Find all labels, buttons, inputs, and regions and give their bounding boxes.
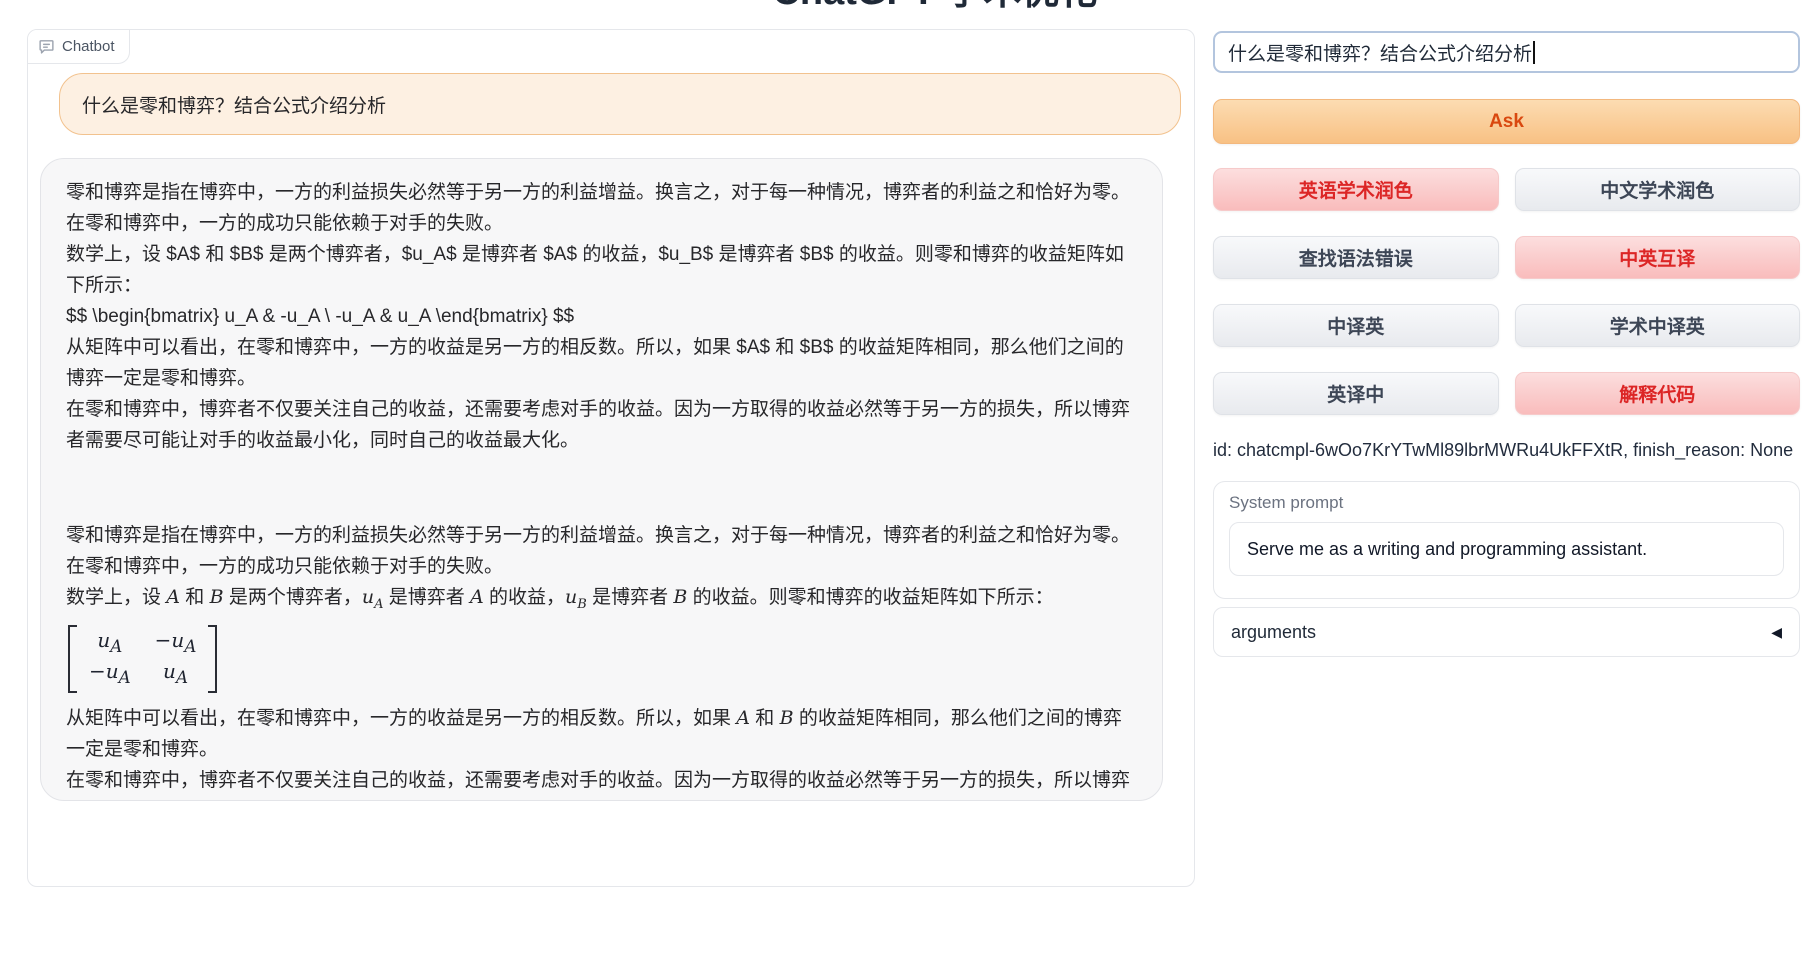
chatbot-panel: Chatbot 什么是零和博弈？结合公式介绍分析 零和博弈是指在博弈中，一方的利…: [27, 29, 1195, 887]
quick-action-find-grammar-errors[interactable]: 查找语法错误: [1213, 236, 1499, 279]
math-var: uA: [362, 586, 384, 608]
ask-button[interactable]: Ask: [1213, 99, 1800, 144]
bot-rendered-block: 零和博弈是指在博弈中，一方的利益损失必然等于另一方的利益增益。换言之，对于每一种…: [66, 520, 1137, 801]
math-var: B: [673, 586, 687, 608]
quick-action-zh-to-en[interactable]: 中译英: [1213, 304, 1499, 347]
bot-paragraph: 从矩阵中可以看出，在零和博弈中，一方的收益是另一方的相反数。所以，如果 A 和 …: [66, 703, 1137, 765]
quick-action-explain-code[interactable]: 解释代码: [1515, 372, 1801, 415]
bot-paragraph: 零和博弈是指在博弈中，一方的利益损失必然等于另一方的利益增益。换言之，对于每一种…: [66, 520, 1137, 582]
question-input[interactable]: 什么是零和博弈？结合公式介绍分析: [1213, 31, 1800, 73]
system-prompt-input[interactable]: Serve me as a writing and programming as…: [1229, 522, 1784, 576]
quick-action-zh-en-mutual-translate[interactable]: 中英互译: [1515, 236, 1801, 279]
bot-math-line: 数学上，设 A 和 B 是两个博弈者，uA 是博弈者 A 的收益，uB 是博弈者…: [66, 582, 1137, 620]
bot-paragraph: 在零和博弈中，博弈者不仅要关注自己的收益，还需要考虑对手的收益。因为一方取得的收…: [66, 765, 1137, 801]
quick-action-en-to-zh[interactable]: 英译中: [1213, 372, 1499, 415]
collapse-arrow-icon[interactable]: ◀: [1771, 624, 1782, 641]
math-var: A: [736, 707, 750, 729]
math-var: A: [166, 586, 180, 608]
matrix-left-bracket: [68, 625, 77, 693]
math-var: A: [470, 586, 484, 608]
arguments-accordion[interactable]: arguments ◀: [1213, 607, 1800, 657]
bot-message: 零和博弈是指在博弈中，一方的利益损失必然等于另一方的利益增益。换言之，对于每一种…: [40, 158, 1163, 801]
chatbot-label-text: Chatbot: [62, 38, 115, 55]
chatbot-label: Chatbot: [28, 30, 130, 64]
math-var: B: [780, 707, 794, 729]
chat-bubble-icon: [38, 38, 55, 55]
user-message-text: 什么是零和博弈？结合公式介绍分析: [82, 91, 386, 118]
math-var: B: [210, 586, 224, 608]
math-var: uB: [565, 586, 587, 608]
quick-action-chinese-polish[interactable]: 中文学术润色: [1515, 168, 1801, 211]
quick-action-english-polish[interactable]: 英语学术润色: [1213, 168, 1499, 211]
question-input-value: 什么是零和博弈？结合公式介绍分析: [1228, 39, 1532, 66]
user-message: 什么是零和博弈？结合公式介绍分析: [59, 73, 1181, 135]
bot-raw-markdown: 零和博弈是指在博弈中，一方的利益损失必然等于另一方的利益增益。换言之，对于每一种…: [66, 177, 1137, 456]
matrix-right-bracket: [208, 625, 217, 693]
system-prompt-label: System prompt: [1229, 493, 1784, 513]
matrix-cell: −uA: [155, 628, 197, 659]
arguments-accordion-label: arguments: [1231, 622, 1316, 643]
text-caret: [1533, 41, 1535, 64]
matrix-cell: −uA: [89, 659, 131, 690]
payoff-matrix: uA −uA −uA uA: [68, 625, 217, 693]
matrix-cell: uA: [155, 659, 197, 690]
completion-status-text: id: chatcmpl-6wOo7KrYTwMl89lbrMWRu4UkFFX…: [1213, 440, 1800, 461]
system-prompt-block: System prompt Serve me as a writing and …: [1213, 481, 1800, 599]
page-title: ChatGPT 学术优化: [28, 0, 1814, 12]
matrix-cell: uA: [89, 628, 131, 659]
quick-actions-grid: 英语学术润色 中文学术润色 查找语法错误 中英互译 中译英 学术中译英 英译中 …: [1213, 168, 1800, 415]
page-title-clip: ChatGPT 学术优化: [0, 0, 1814, 12]
quick-action-academic-zh-to-en[interactable]: 学术中译英: [1515, 304, 1801, 347]
